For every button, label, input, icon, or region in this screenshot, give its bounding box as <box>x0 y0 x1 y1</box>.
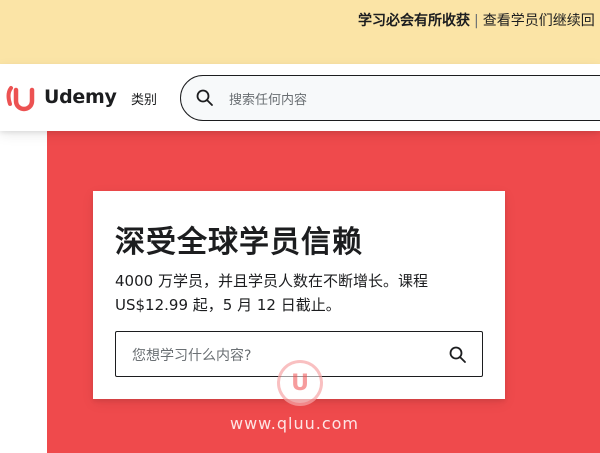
promo-text: 学习必会有所收获 <box>358 13 470 29</box>
site-header: Udemy 类别 搜索任何内容 <box>0 64 600 131</box>
promo-banner[interactable]: 学习必会有所收获 | 查看学员们继续回 <box>0 0 600 64</box>
watermark-logo: U <box>277 360 323 406</box>
hero-search-input[interactable]: 您想学习什么内容? <box>132 345 251 365</box>
udemy-u-icon <box>6 86 35 112</box>
watermark-text: www.qluu.com <box>230 414 360 433</box>
logo-wordmark: Udemy <box>44 86 117 108</box>
categories-menu[interactable]: 类别 <box>131 89 157 108</box>
hero-title: 深受全球学员信赖 <box>115 225 363 260</box>
udemy-logo[interactable]: Udemy <box>6 80 117 114</box>
hero-description: 4000 万学员，并且学员人数在不断增长。课程 US$12.99 起，5 月 1… <box>115 272 428 314</box>
search-icon[interactable] <box>448 345 468 365</box>
search-input[interactable]: 搜索任何内容 <box>229 89 307 108</box>
search-icon[interactable] <box>195 88 215 108</box>
watermark-letter: U <box>291 370 309 396</box>
promo-message[interactable]: 学习必会有所收获 | 查看学员们继续回 <box>358 10 595 30</box>
promo-separator: | <box>474 13 479 29</box>
header-search-bar[interactable]: 搜索任何内容 <box>180 75 600 121</box>
promo-link[interactable]: 查看学员们继续回 <box>483 13 595 29</box>
